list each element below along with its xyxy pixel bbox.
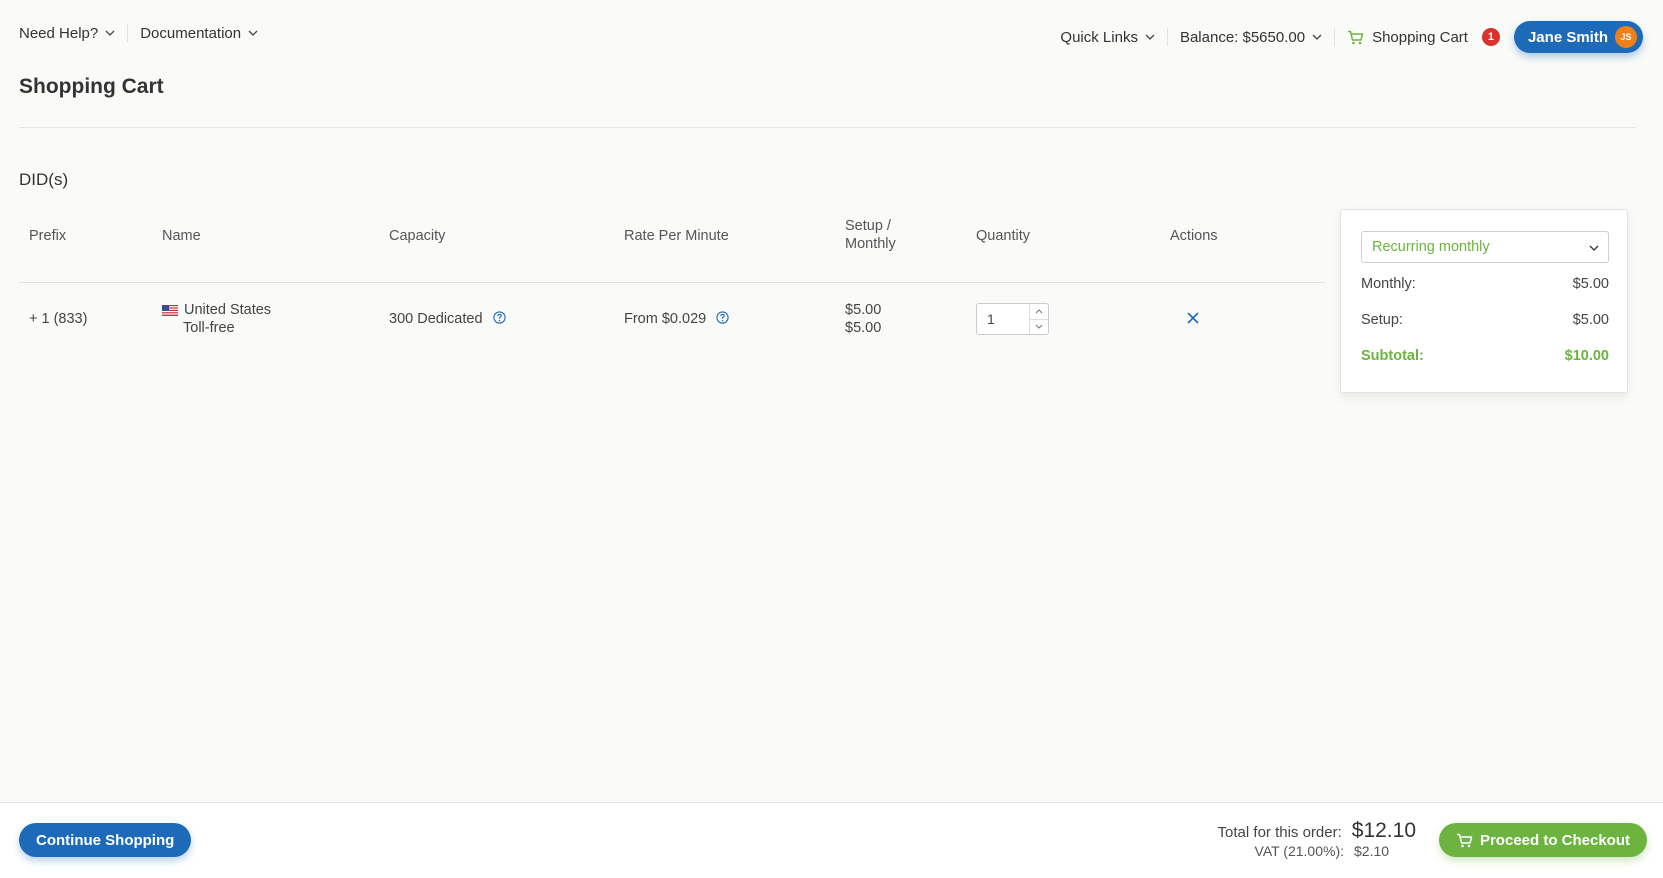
- chevron-down-icon: [248, 30, 258, 36]
- shopping-cart-link[interactable]: Shopping Cart 1: [1347, 28, 1500, 46]
- order-total-value: $12.10: [1351, 819, 1416, 842]
- name-cell: United States: [162, 302, 271, 318]
- continue-shopping-button[interactable]: Continue Shopping: [19, 823, 192, 857]
- top-bar-left: Need Help? Documentation: [19, 24, 258, 42]
- cart-table: Prefix Name Capacity Rate Per Minute Set…: [19, 215, 1325, 361]
- order-totals: Total for this order: $12.10 VAT (21.00%…: [1218, 819, 1416, 859]
- chevron-down-icon: [105, 30, 115, 36]
- chevron-down-icon: [1145, 34, 1155, 40]
- shopping-cart-page: Need Help? Documentation Quick Links Bal…: [0, 0, 1663, 878]
- column-header-setup: Setup /: [845, 218, 891, 234]
- monthly-label: Monthly:: [1361, 276, 1416, 292]
- prefix-cell: + 1 (833): [29, 311, 88, 327]
- chevron-down-icon: [1589, 245, 1599, 251]
- chevron-down-icon: [1312, 34, 1322, 40]
- chevron-up-icon: [1035, 309, 1043, 314]
- need-help-menu[interactable]: Need Help?: [19, 25, 115, 42]
- column-header-quantity: Quantity: [976, 228, 1030, 244]
- setup-label: Setup:: [1361, 312, 1403, 328]
- top-bar: Need Help? Documentation Quick Links Bal…: [0, 0, 1663, 72]
- country-label: United States: [184, 302, 272, 318]
- quantity-input[interactable]: [977, 304, 1029, 334]
- vat-line: VAT (21.00%): $2.10: [1218, 843, 1416, 859]
- documentation-label: Documentation: [140, 24, 242, 42]
- decrement-button[interactable]: [1030, 318, 1048, 335]
- quick-links-label: Quick Links: [1060, 28, 1138, 46]
- table-header: Prefix Name Capacity Rate Per Minute Set…: [19, 215, 1325, 283]
- subtotal-label: Subtotal:: [1361, 348, 1424, 364]
- divider: [1334, 28, 1336, 46]
- setup-row: Setup: $5.00: [1361, 312, 1609, 328]
- balance-label: Balance: $5650.00: [1179, 28, 1306, 46]
- avatar: JS: [1615, 26, 1637, 48]
- cart-count-badge: 1: [1481, 28, 1500, 46]
- page-title: Shopping Cart: [19, 75, 164, 98]
- quantity-stepper[interactable]: [976, 303, 1049, 335]
- setup-price: $5.00: [845, 302, 882, 318]
- chevron-down-icon: [1035, 324, 1043, 329]
- setup-value: $5.00: [1572, 312, 1609, 328]
- documentation-menu[interactable]: Documentation: [140, 25, 258, 42]
- billing-period-select[interactable]: Recurring monthly: [1361, 231, 1609, 263]
- column-header-capacity: Capacity: [389, 228, 446, 244]
- us-flag-icon: [162, 304, 178, 316]
- column-header-monthly: Monthly: [845, 236, 896, 252]
- checkout-footer: Continue Shopping Total for this order: …: [0, 802, 1663, 878]
- subtotal-value: $10.00: [1564, 348, 1609, 364]
- vat-label: VAT (21.00%):: [1254, 843, 1344, 859]
- rate-cell: From $0.029: [624, 311, 729, 327]
- quantity-spinner: [1029, 304, 1048, 334]
- quick-links-menu[interactable]: Quick Links: [1060, 29, 1155, 46]
- user-name: Jane Smith: [1527, 28, 1608, 46]
- number-type-label: Toll-free: [183, 320, 235, 336]
- checkout-label: Proceed to Checkout: [1479, 831, 1630, 849]
- need-help-label: Need Help?: [19, 24, 99, 42]
- divider: [19, 127, 1636, 128]
- shopping-cart-label: Shopping Cart: [1372, 28, 1468, 46]
- monthly-price: $5.00: [845, 320, 882, 336]
- capacity-value: 300 Dedicated: [389, 311, 483, 327]
- increment-button[interactable]: [1030, 304, 1048, 319]
- cart-icon: [1348, 30, 1364, 44]
- order-total-label: Total for this order:: [1217, 824, 1342, 841]
- vat-value: $2.10: [1354, 843, 1390, 859]
- monthly-row: Monthly: $5.00: [1361, 276, 1609, 292]
- column-header-prefix: Prefix: [29, 228, 67, 244]
- column-header-rate: Rate Per Minute: [624, 228, 729, 244]
- section-title: DID(s): [19, 170, 69, 189]
- billing-period-value: Recurring monthly: [1372, 239, 1490, 255]
- column-header-name: Name: [162, 228, 201, 244]
- column-header-actions: Actions: [1170, 228, 1218, 244]
- cart-icon: [1456, 833, 1473, 847]
- rate-value: From $0.029: [624, 311, 707, 327]
- table-row: + 1 (833) United States Toll-free 300 De…: [19, 283, 1325, 361]
- order-summary-card: Recurring monthly Monthly: $5.00 Setup: …: [1340, 209, 1628, 393]
- divider: [127, 24, 129, 42]
- divider: [1166, 28, 1168, 46]
- proceed-to-checkout-button[interactable]: Proceed to Checkout: [1438, 823, 1647, 857]
- capacity-cell: 300 Dedicated: [389, 311, 506, 327]
- balance-menu[interactable]: Balance: $5650.00: [1180, 29, 1322, 46]
- monthly-value: $5.00: [1572, 276, 1609, 292]
- help-icon[interactable]: [716, 311, 729, 324]
- help-icon[interactable]: [492, 311, 506, 324]
- top-bar-right: Quick Links Balance: $5650.00 Shopping C…: [1060, 21, 1643, 53]
- subtotal-row: Subtotal: $10.00: [1361, 348, 1609, 364]
- remove-item-button[interactable]: [1187, 312, 1199, 324]
- order-total-line: Total for this order: $12.10: [1218, 819, 1416, 843]
- user-menu-button[interactable]: Jane Smith JS: [1513, 21, 1643, 53]
